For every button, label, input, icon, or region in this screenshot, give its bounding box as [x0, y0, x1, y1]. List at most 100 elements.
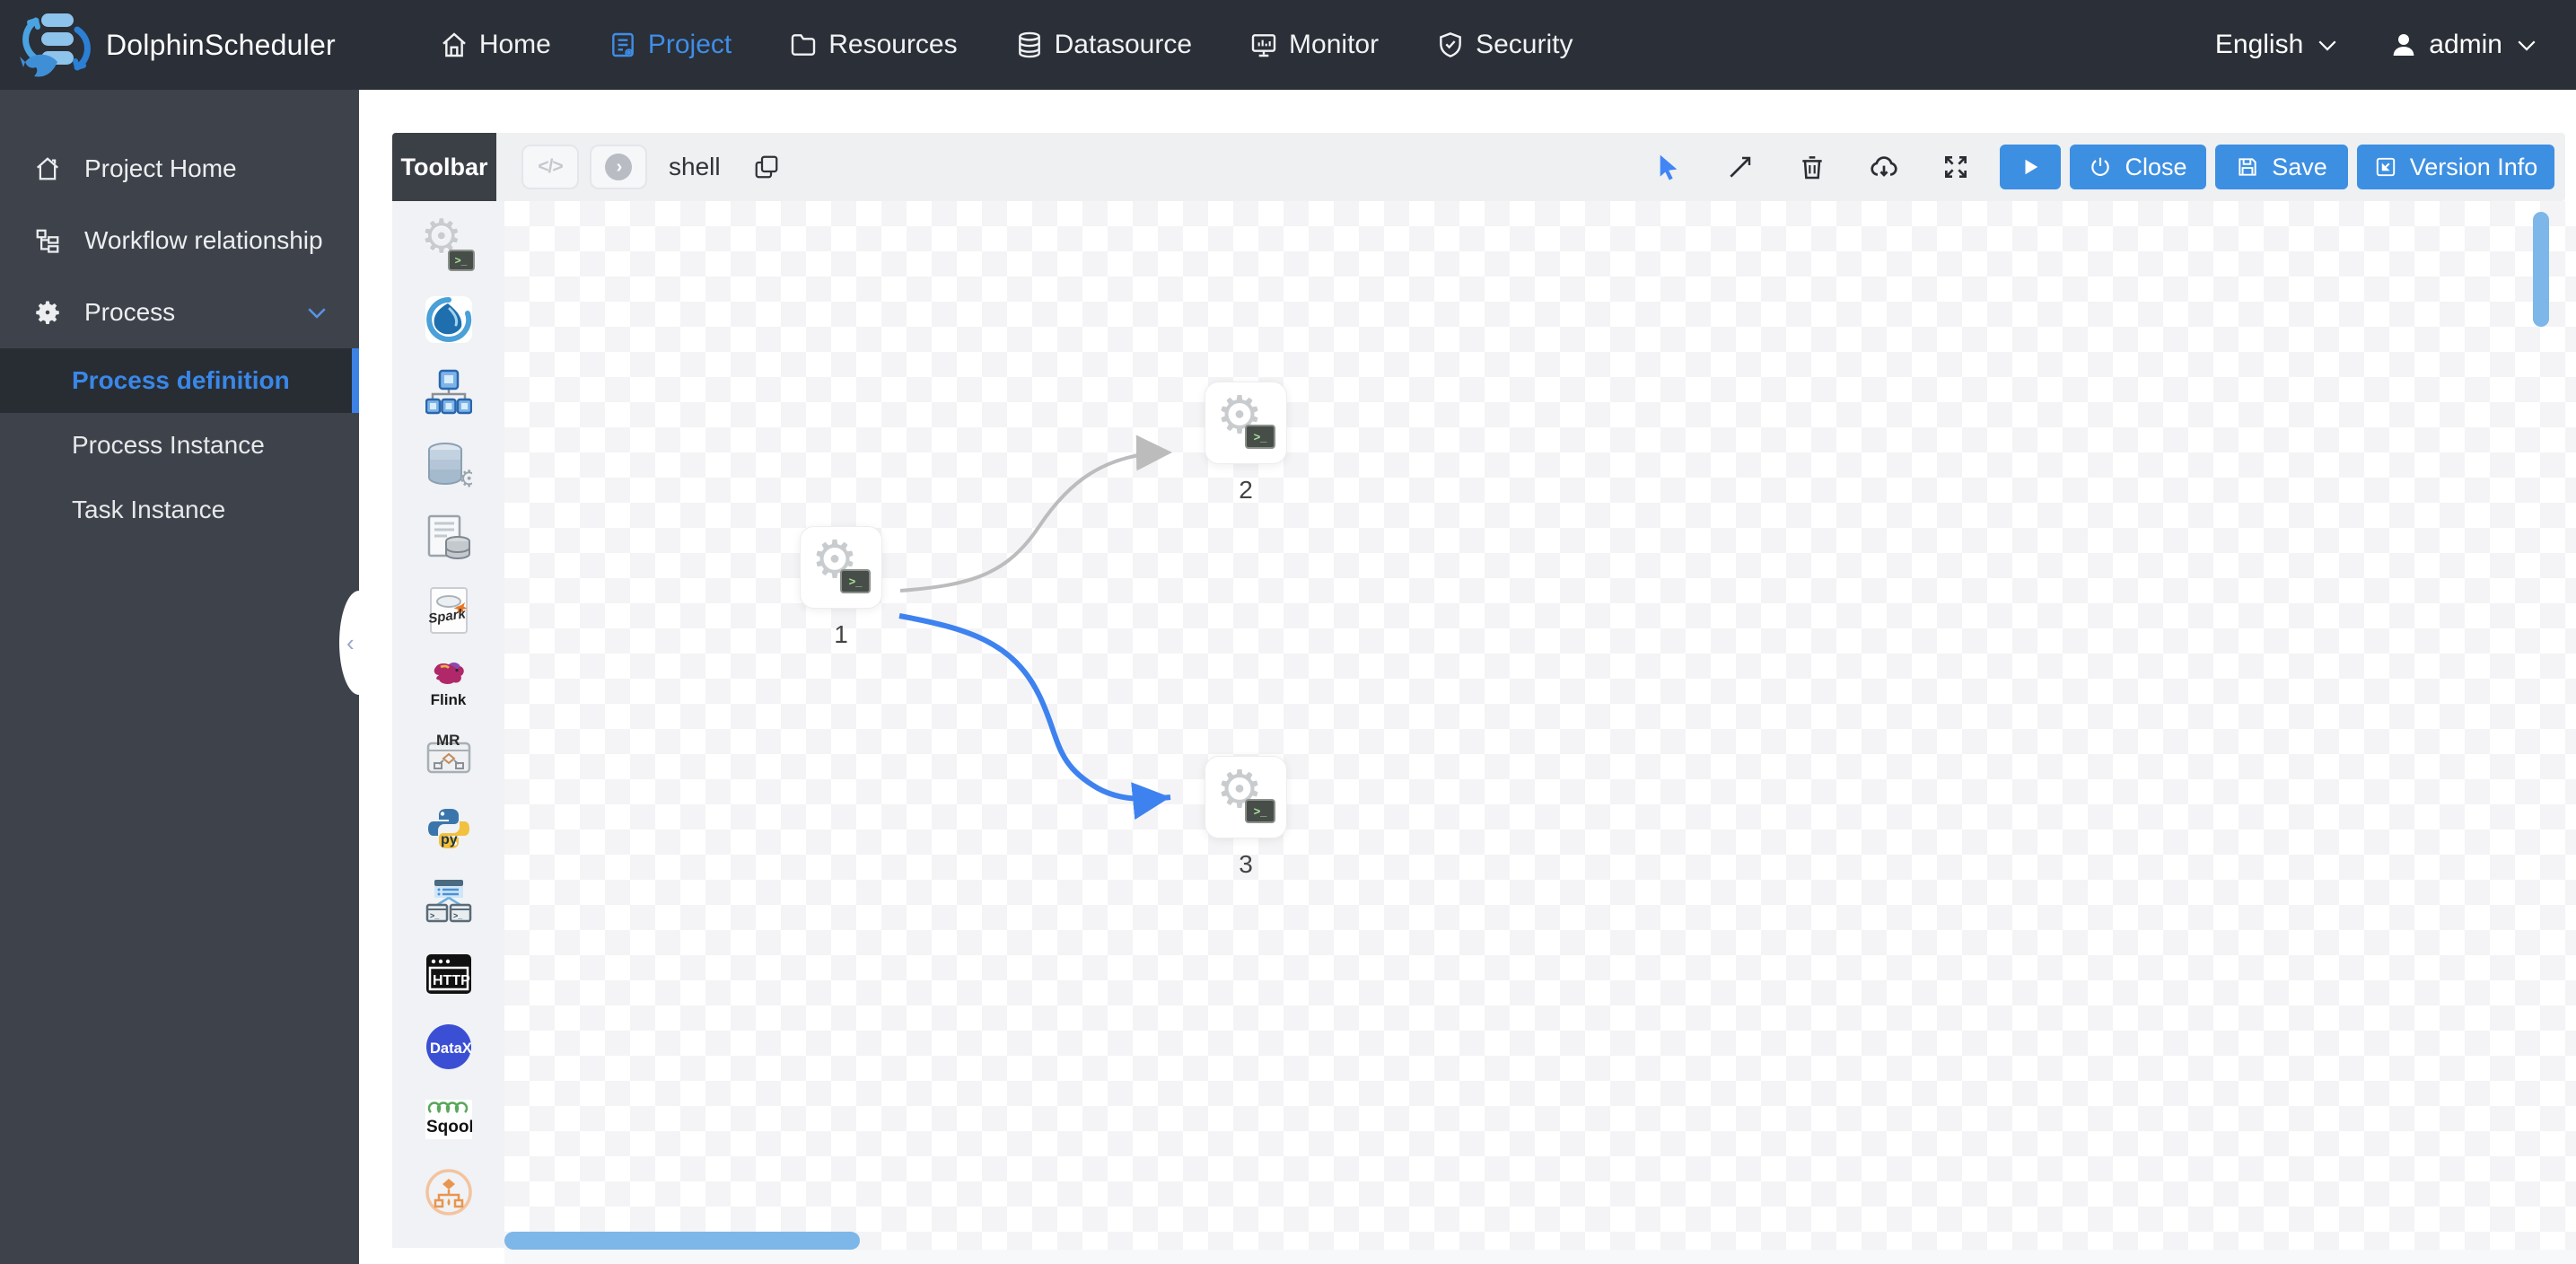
edge-node1-node2[interactable]: [899, 434, 1172, 592]
pointer-icon: [1660, 154, 1678, 180]
gear-glyph: ⚙: [459, 465, 472, 488]
http-icon: HTTP: [425, 954, 471, 994]
nav-item-project[interactable]: Project: [609, 30, 732, 60]
main-content: ‹ Toolbar </> › shell Close Save Version…: [339, 90, 2576, 1264]
task-node-3[interactable]: ⚙ >_ 3: [1205, 756, 1287, 878]
palette-item-spark[interactable]: Spark: [425, 586, 473, 635]
vertical-scrollbar[interactable]: [2533, 212, 2549, 327]
language-selector[interactable]: English: [2215, 30, 2341, 60]
mr-icon: MR: [426, 733, 470, 774]
brand-name: DolphinScheduler: [106, 28, 336, 61]
version-icon: [2376, 157, 2395, 177]
python-text: py: [441, 832, 458, 847]
shell-icon: ⚙ >_: [811, 531, 871, 593]
language-label: English: [2214, 30, 2304, 59]
top-navbar: DolphinScheduler Home Project Resources …: [0, 0, 2576, 90]
database-icon: [1018, 31, 1040, 58]
view-code-button[interactable]: </>: [521, 145, 579, 189]
python-icon: py: [427, 809, 469, 848]
dag-toolbar: Toolbar </> › shell Close Save Version I…: [392, 133, 2565, 201]
pointer-tool-button[interactable]: [1648, 146, 1689, 188]
edge-node1-node3[interactable]: [898, 613, 1171, 821]
sidebar-item-project-home[interactable]: Project Home: [0, 133, 359, 205]
nav-item-home[interactable]: Home: [440, 30, 551, 60]
datax-text: DataX: [430, 1040, 472, 1057]
sidebar-item-label: Project Home: [84, 154, 237, 182]
shield-icon: [1440, 32, 1461, 57]
nav-label: Home: [478, 30, 551, 59]
palette-item-mr[interactable]: MR: [425, 732, 473, 780]
palette-item-datax[interactable]: DataX: [425, 1023, 473, 1071]
sidebar-item-workflow-relationship[interactable]: Workflow relationship: [0, 205, 359, 276]
shell-icon: ⚙ >_: [421, 211, 475, 271]
nav-item-datasource[interactable]: Datasource: [1015, 30, 1192, 60]
conditions-icon: [425, 1169, 472, 1216]
palette-item-shell[interactable]: ⚙ >_: [421, 211, 475, 271]
terminal-glyph: >_: [840, 569, 871, 593]
dag-canvas[interactable]: ⚙ >_ 1 ⚙ >_ 2 ⚙ >_ 3: [504, 201, 2576, 1264]
chevron-down-icon: [2518, 40, 2536, 51]
palette-item-python[interactable]: py: [425, 804, 473, 853]
sidebar-subitem-task-instance[interactable]: Task Instance: [0, 478, 359, 542]
play-icon: [2025, 159, 2038, 175]
sql-icon: [427, 514, 470, 560]
copy-icon[interactable]: [753, 154, 780, 180]
sidebar-subitem-process-instance[interactable]: Process Instance: [0, 413, 359, 478]
nav-item-monitor[interactable]: Monitor: [1249, 30, 1379, 60]
palette-item-http[interactable]: HTTP: [425, 950, 473, 998]
terminal-glyph: >_: [1245, 425, 1275, 449]
palette-item-procedure[interactable]: ⚙: [425, 441, 473, 489]
palette-item-flink[interactable]: Flink: [425, 659, 473, 707]
http-text: HTTP: [433, 973, 470, 988]
main-nav: Home Project Resources Datasource Monito…: [440, 30, 1573, 60]
nav-item-resources[interactable]: Resources: [789, 30, 958, 60]
fullscreen-tool-button[interactable]: [1935, 146, 1976, 188]
submenu-label: Process definition: [72, 366, 290, 394]
svg-text:>_: >_: [453, 911, 463, 920]
palette-item-conditions[interactable]: [425, 1168, 473, 1216]
monitor-icon: [1251, 34, 1276, 57]
close-button[interactable]: Close: [2070, 145, 2206, 189]
sidebar-collapse-handle[interactable]: ‹: [339, 591, 379, 695]
save-button[interactable]: Save: [2215, 145, 2348, 189]
dependent-icon: >_ >_: [425, 880, 471, 923]
sqoop-text: SqooP: [426, 1118, 472, 1137]
sidebar-subitem-process-definition[interactable]: Process definition: [0, 348, 359, 413]
forward-button[interactable]: ›: [590, 145, 647, 189]
user-icon: [2393, 34, 2414, 56]
close-label: Close: [2125, 153, 2187, 180]
cloud-download-icon: [1871, 156, 1897, 177]
nav-item-security[interactable]: Security: [1436, 30, 1573, 60]
line-tool-button[interactable]: [1720, 146, 1761, 188]
task-node-2[interactable]: ⚙ >_ 2: [1205, 382, 1287, 504]
home-icon: [37, 157, 58, 180]
palette-item-sub-process[interactable]: [425, 368, 473, 417]
nav-label: Project: [647, 30, 732, 59]
sidebar: Project Home Workflow relationship Proce…: [0, 90, 359, 1264]
sidebar-item-process[interactable]: Process: [0, 276, 359, 348]
dolphinscheduler-app: DolphinScheduler Home Project Resources …: [0, 0, 2576, 1264]
nav-label: Datasource: [1054, 30, 1193, 59]
canvas-bottom-strip: [504, 1250, 2576, 1264]
dolphinscheduler-logo-icon: [20, 13, 91, 77]
palette-item-waterdrop[interactable]: [425, 295, 473, 344]
flink-icon: [434, 663, 464, 685]
home-icon: [442, 32, 466, 57]
palette-item-sql[interactable]: [425, 514, 473, 562]
task-node-1[interactable]: ⚙ >_ 1: [800, 526, 882, 648]
task-palette: ⚙ >_ ⚙ Spark Flink MR py >_ >_ HTTP Data…: [392, 201, 504, 1248]
palette-item-dependent[interactable]: >_ >_: [425, 877, 473, 926]
nav-label: Monitor: [1289, 30, 1380, 59]
submenu-label: Task Instance: [72, 496, 226, 523]
save-label: Save: [2272, 153, 2327, 180]
run-button[interactable]: [2000, 145, 2061, 189]
horizontal-scrollbar[interactable]: [504, 1232, 860, 1250]
user-menu[interactable]: admin: [2389, 30, 2540, 60]
navbar-right: English admin: [2215, 30, 2540, 60]
version-info-button[interactable]: Version Info: [2357, 145, 2554, 189]
palette-item-sqoop[interactable]: SqooP: [425, 1095, 473, 1144]
download-tool-button[interactable]: [1863, 146, 1905, 188]
power-icon: [2091, 157, 2110, 176]
delete-tool-button[interactable]: [1792, 146, 1833, 188]
brand[interactable]: DolphinScheduler: [16, 6, 336, 83]
